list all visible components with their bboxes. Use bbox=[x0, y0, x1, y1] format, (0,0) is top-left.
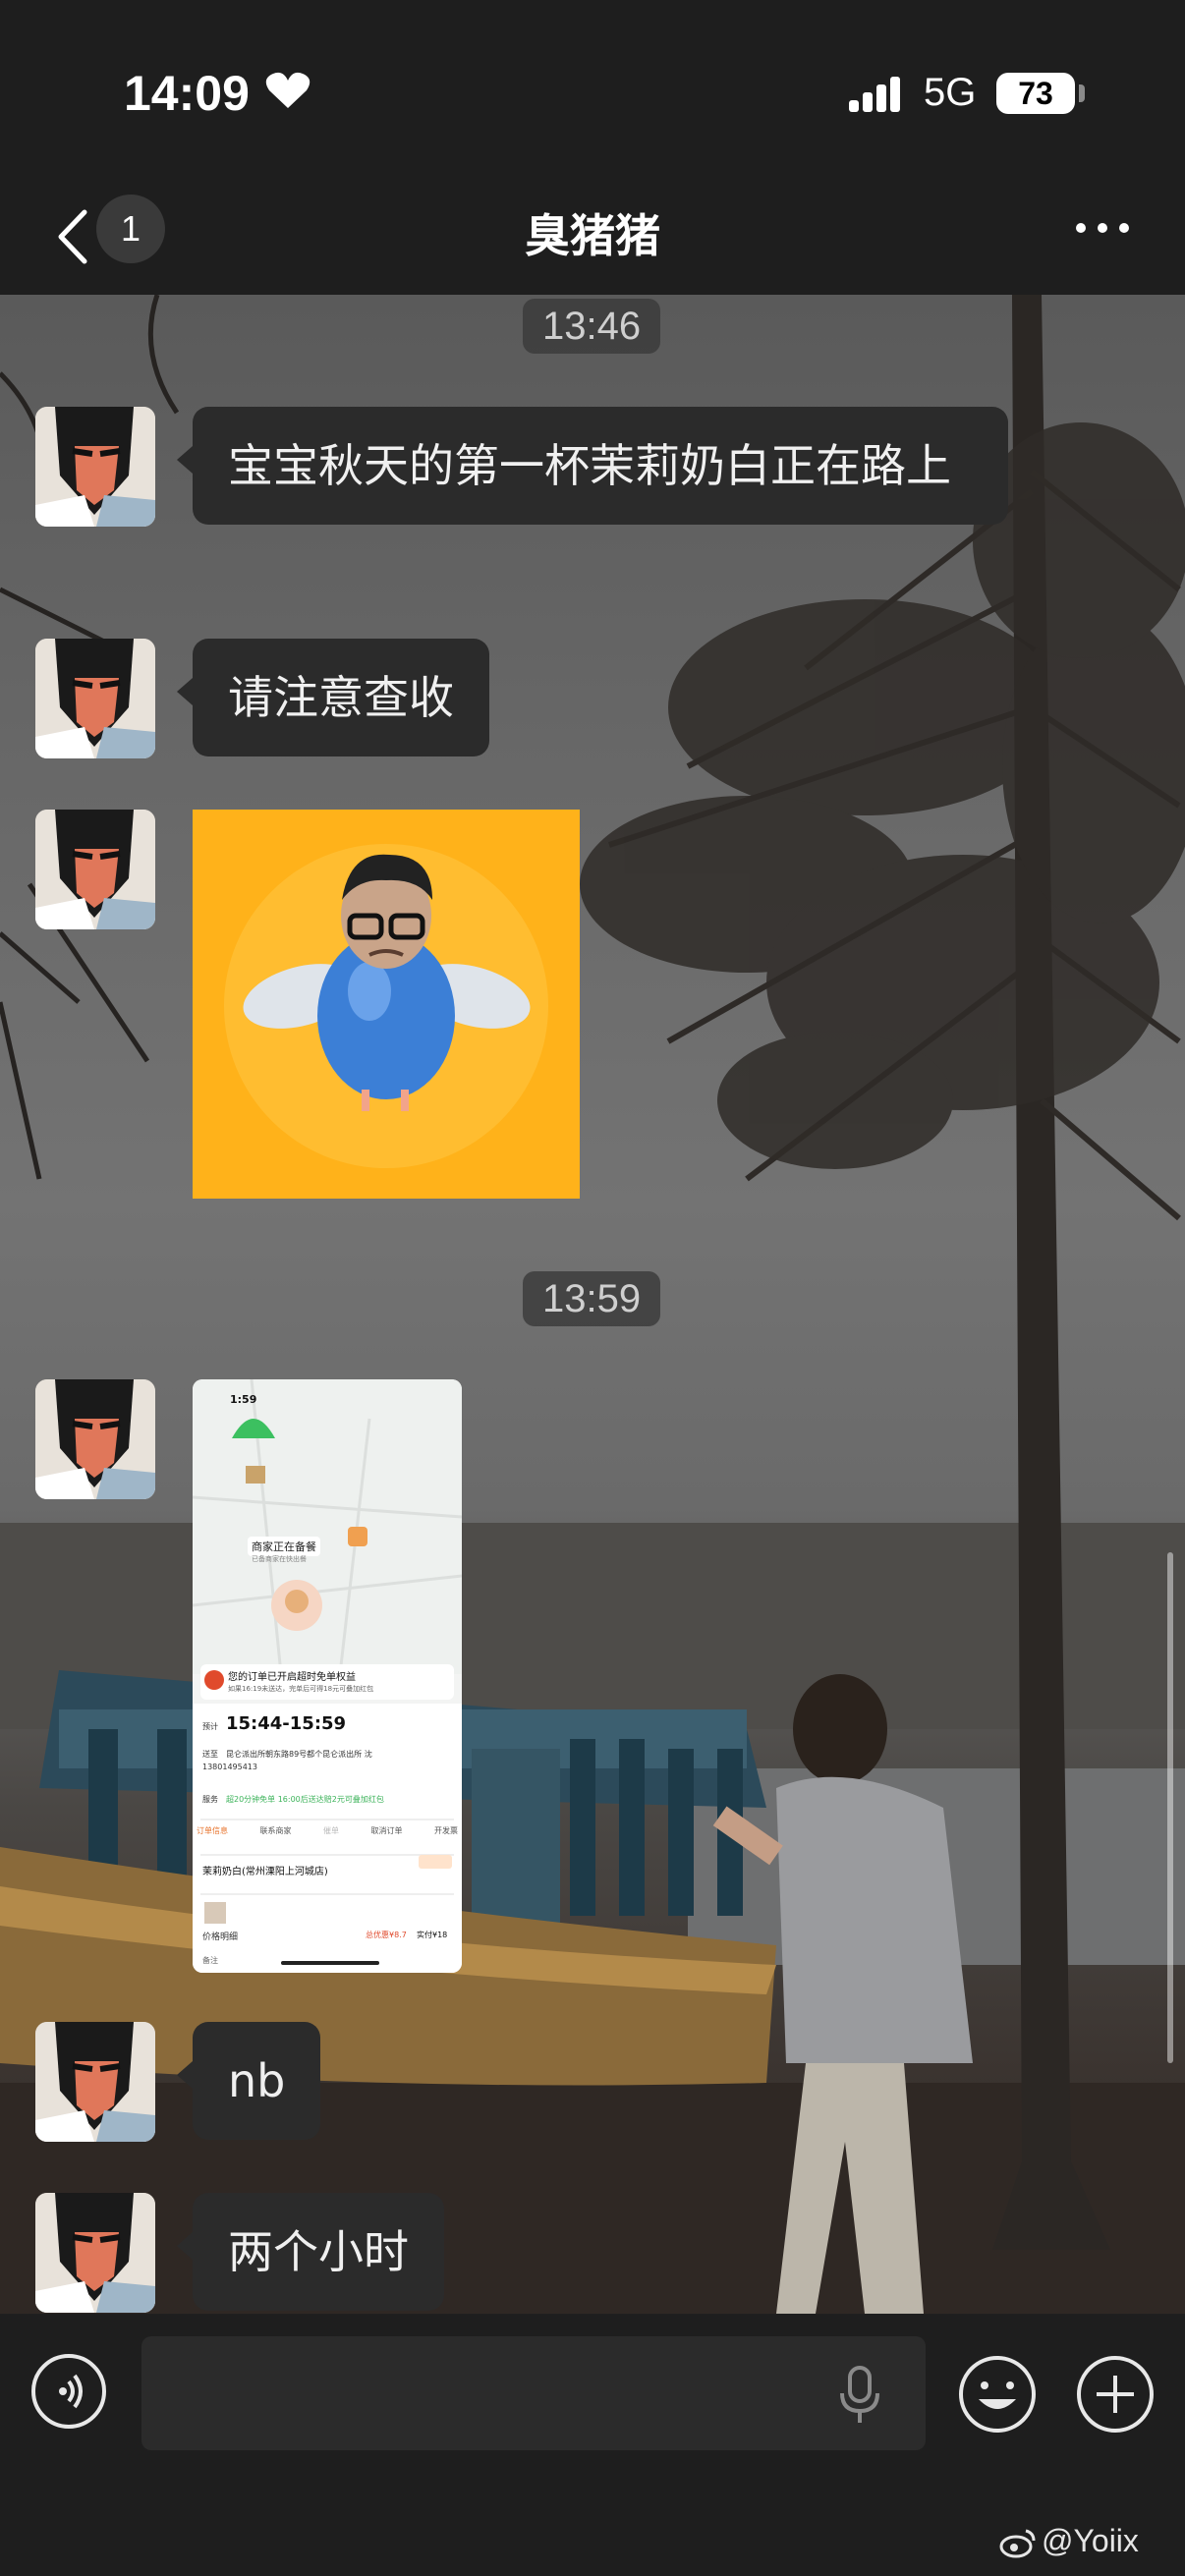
shop-name: 茉莉奶白(常州溧阳上河城店) bbox=[202, 1867, 328, 1877]
message-input[interactable] bbox=[141, 2336, 926, 2450]
message-timestamp: 13:59 bbox=[523, 1271, 661, 1326]
contact-merchant-button[interactable]: 联系商家 bbox=[260, 1825, 292, 1836]
address-label: 送至 bbox=[202, 1750, 218, 1759]
service-value: 超20分钟免单 16:00后送达赔2元可叠加红包 bbox=[226, 1795, 384, 1804]
contact-avatar[interactable] bbox=[35, 810, 155, 929]
order-actions: 订单信息 联系商家 催单 取消订单 开发票 bbox=[197, 1825, 458, 1836]
merchant-status: 商家正在备餐 bbox=[248, 1537, 320, 1556]
contact-avatar[interactable] bbox=[35, 639, 155, 758]
plus-icon[interactable] bbox=[1075, 2354, 1156, 2435]
battery-level: 73 bbox=[996, 73, 1075, 114]
contact-avatar[interactable] bbox=[35, 1379, 155, 1499]
image-message[interactable]: 1:59 商家正在备餐 已备商家在快出餐 您的订单已开启超时免单权益 如果16:… bbox=[193, 1379, 462, 1973]
eta-label: 预计 bbox=[202, 1722, 218, 1731]
watermark-text: @Yoiix bbox=[1042, 2523, 1139, 2558]
contact-avatar[interactable] bbox=[35, 407, 155, 527]
address-value: 昆仑派出所朝东路89号都个昆仑派出所 沈 bbox=[226, 1750, 372, 1759]
message-timestamp: 13:46 bbox=[523, 299, 661, 354]
order-info-tab[interactable]: 订单信息 bbox=[197, 1825, 228, 1836]
order-banner-sub: 如果16:19未送达，完单后可得18元可叠加红包 bbox=[228, 1685, 374, 1693]
invoice-button[interactable]: 开发票 bbox=[434, 1825, 458, 1836]
weibo-icon bbox=[999, 2529, 1036, 2558]
message-bubble[interactable]: 请注意查收 bbox=[177, 639, 489, 756]
message-bubble[interactable]: 两个小时 bbox=[177, 2193, 444, 2311]
more-icon[interactable] bbox=[1073, 218, 1132, 238]
status-time: 14:09 bbox=[124, 66, 250, 121]
order-footer: 备注 bbox=[202, 1956, 218, 1965]
contact-avatar[interactable] bbox=[35, 2022, 155, 2142]
heart-icon bbox=[265, 72, 310, 108]
microphone-icon[interactable] bbox=[835, 2364, 884, 2427]
status-bar: 14:09 5G 73 bbox=[0, 0, 1185, 177]
price-paid: 实付¥18 bbox=[417, 1931, 448, 1939]
eta-value: 15:44-15:59 bbox=[226, 1713, 347, 1734]
contact-avatar[interactable] bbox=[35, 2193, 155, 2313]
sticker-message[interactable] bbox=[193, 810, 580, 1199]
chat-title[interactable]: 臭猪猪 bbox=[0, 200, 1185, 265]
message-bubble[interactable]: nb bbox=[176, 2022, 321, 2140]
price-discount: 总优惠¥8.7 bbox=[366, 1931, 407, 1939]
signal-icon bbox=[849, 77, 900, 112]
price-detail-label: 价格明细 bbox=[202, 1932, 239, 1942]
service-label: 服务 bbox=[202, 1795, 218, 1804]
phone-value: 13801495413 bbox=[202, 1763, 257, 1771]
merchant-substatus: 已备商家在快出餐 bbox=[252, 1555, 307, 1563]
emoji-icon[interactable] bbox=[957, 2354, 1038, 2435]
battery-icon bbox=[1079, 84, 1085, 102]
message-bubble[interactable]: 宝宝秋天的第一杯茉莉奶白正在路上 bbox=[177, 407, 1008, 525]
voice-input-icon[interactable] bbox=[31, 2354, 106, 2429]
order-banner-title: 您的订单已开启超时免单权益 bbox=[228, 1672, 356, 1683]
screenshot-time: 1:59 bbox=[230, 1393, 257, 1406]
urge-order-button[interactable]: 催单 bbox=[323, 1825, 339, 1836]
network-type: 5G bbox=[924, 71, 977, 114]
scrollbar[interactable] bbox=[1167, 1552, 1173, 2063]
cancel-order-button[interactable]: 取消订单 bbox=[371, 1825, 403, 1836]
